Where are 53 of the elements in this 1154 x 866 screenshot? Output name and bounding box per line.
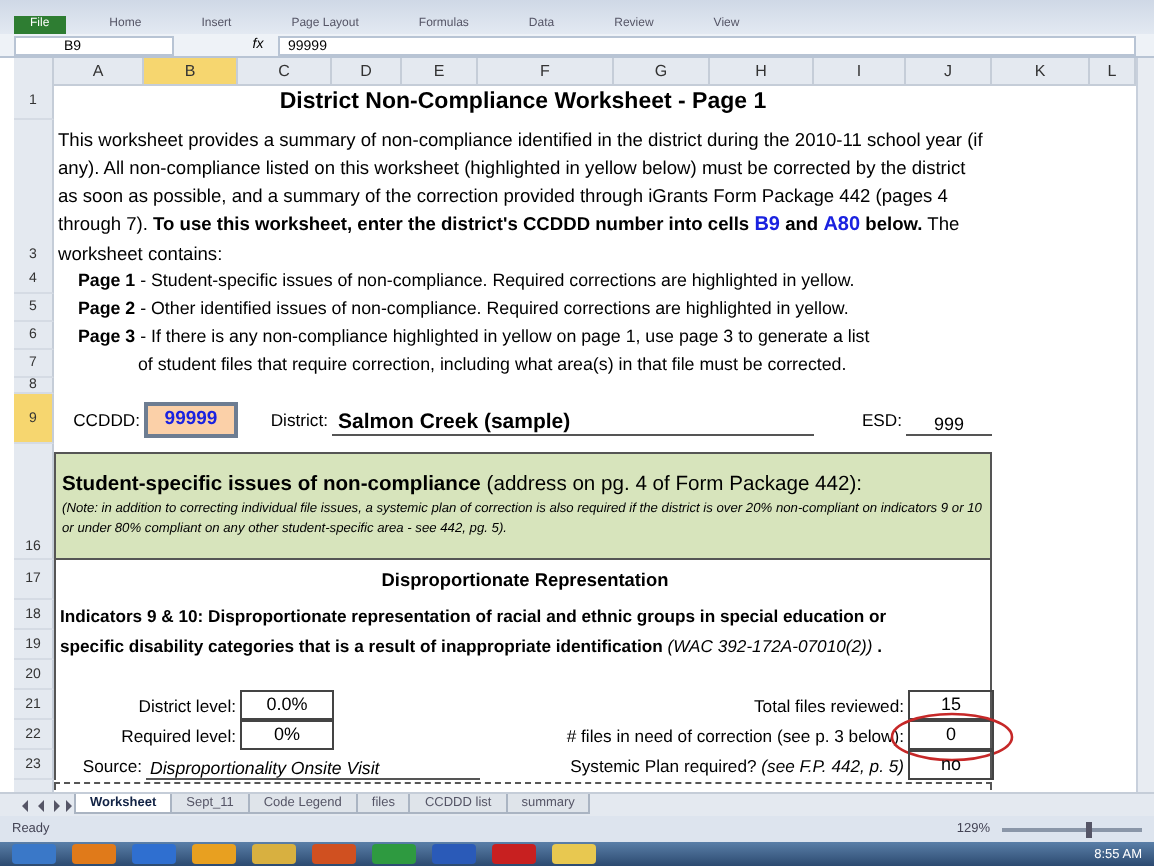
taskbar-app-icon[interactable] bbox=[312, 844, 356, 864]
page-description: Page 3 - If there is any non-compliance highlighted in yellow on page 1, use page 3 to generate a list bbox=[76, 326, 872, 346]
taskbar-app-icon[interactable] bbox=[432, 844, 476, 864]
column-header[interactable]: A bbox=[54, 58, 144, 86]
zoom-slider-thumb[interactable] bbox=[1086, 821, 1092, 837]
esd-label: ESD: bbox=[859, 409, 904, 429]
column-header[interactable]: G bbox=[614, 58, 710, 86]
taskbar-app-icon[interactable] bbox=[192, 844, 236, 864]
intro-paragraph: This worksheet provides a summary of non-compliance identified in the district during the 2010-11 school year (if any). All non-compliance listed on this worksheet (highlighted in yellow below) must be corrected by the district as soon as possible, and a summary of the correction provided through iGrants Form Package 442 (pages 4 through 7). To use this worksheet, enter the district's CCDDD number into cells B9 and A80 below. The worksheet contains: bbox=[56, 128, 985, 268]
row-header[interactable] bbox=[14, 444, 54, 452]
taskbar-app-icon[interactable] bbox=[492, 844, 536, 864]
vertical-scrollbar[interactable] bbox=[1136, 58, 1154, 792]
metric-value: 15 bbox=[908, 690, 994, 720]
taskbar-app-icon[interactable] bbox=[12, 844, 56, 864]
metric-value: 0.0% bbox=[240, 690, 334, 720]
worksheet-title: District Non-Compliance Worksheet - Page 1 bbox=[277, 90, 769, 114]
indicator-text: Indicators 9 & 10: Disproportionate representation of racial and ethnic groups in special education or bbox=[58, 605, 889, 625]
page-description: Page 2 - Other identified issues of non-compliance. Required corrections are highlighted in yellow. bbox=[76, 298, 851, 318]
page-description: of student files that require correction, including what area(s) in that file must be corrected. bbox=[136, 354, 849, 374]
source-value: Disproportionality Onsite Visit bbox=[146, 758, 480, 780]
column-header[interactable]: K bbox=[992, 58, 1090, 86]
metric-value: 0 bbox=[908, 720, 994, 750]
taskbar-app-icon[interactable] bbox=[372, 844, 416, 864]
column-header[interactable]: F bbox=[478, 58, 614, 86]
column-header[interactable]: I bbox=[814, 58, 906, 86]
sheet-navigation-icon[interactable] bbox=[18, 798, 74, 814]
metric-value: 0% bbox=[240, 720, 334, 750]
metric-label: District level: bbox=[136, 695, 238, 715]
column-header[interactable]: E bbox=[402, 58, 478, 86]
column-header[interactable]: J bbox=[906, 58, 992, 86]
taskbar-app-icon[interactable] bbox=[72, 844, 116, 864]
source-label: Source: bbox=[80, 755, 144, 775]
column-header[interactable]: D bbox=[332, 58, 402, 86]
indicator-text: specific disability categories that is a result of inappropriate identification (WAC 392-172A-07010(2)) . bbox=[58, 635, 885, 655]
column-header[interactable]: B bbox=[144, 58, 238, 86]
page-description: Page 1 - Student-specific issues of non-compliance. Required corrections are highlighted in yellow. bbox=[76, 270, 857, 290]
taskbar-app-icon[interactable] bbox=[252, 844, 296, 864]
district-name: Salmon Creek (sample) bbox=[332, 410, 814, 436]
taskbar-app-icon[interactable] bbox=[132, 844, 176, 864]
section-title: Student-specific issues of non-compliance (address on pg. 4 of Form Package 442): bbox=[62, 473, 865, 495]
esd-value: 999 bbox=[906, 414, 992, 436]
systemic-plan-label: Systemic Plan required? (see F.P. 442, p. 5) bbox=[568, 755, 906, 775]
subheading: Disproportionate Representation bbox=[379, 570, 671, 590]
select-all-corner[interactable] bbox=[14, 58, 54, 86]
metric-label: Required level: bbox=[119, 725, 238, 745]
taskbar-app-icon[interactable] bbox=[552, 844, 596, 864]
ccddd-cell[interactable]: 99999 bbox=[144, 401, 238, 437]
column-header[interactable]: L bbox=[1090, 58, 1136, 86]
column-header[interactable]: C bbox=[238, 58, 332, 86]
district-label: District: bbox=[268, 409, 330, 429]
ccddd-label: CCDDD: bbox=[71, 409, 142, 429]
metric-label: Total files reviewed: bbox=[752, 695, 906, 715]
column-header[interactable]: H bbox=[710, 58, 814, 86]
